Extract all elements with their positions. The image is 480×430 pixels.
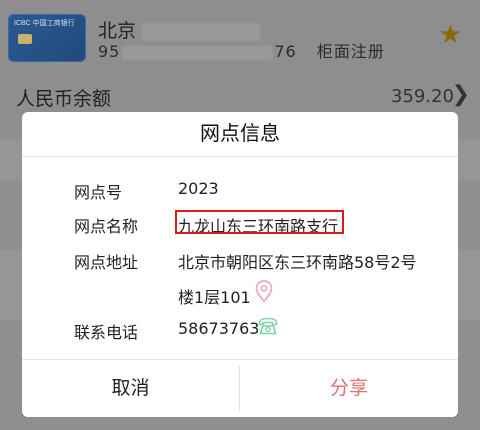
- background-row: [0, 140, 22, 180]
- phone-label: 联系电话: [74, 323, 139, 342]
- background-row: [458, 140, 480, 180]
- share-button[interactable]: 分享: [240, 360, 458, 417]
- star-icon[interactable]: ★: [439, 20, 462, 50]
- cancel-button[interactable]: 取消: [22, 360, 239, 417]
- branch-name-label: 网点名称: [74, 217, 139, 236]
- card-brand-text: ICBC 中国工商银行: [14, 20, 75, 27]
- branch-address-value: 北京市朝阳区东三环南路58号2号: [178, 253, 417, 272]
- phone-icon[interactable]: [258, 317, 278, 335]
- dialog-title: 网点信息: [200, 121, 280, 145]
- branch-info-dialog: 网点信息 网点号 2023 网点名称 九龙山东三环南路支行 网点地址 北京市朝阳…: [22, 112, 458, 417]
- chevron-right-icon[interactable]: ❯: [452, 82, 470, 107]
- branch-address-value-line2: 楼1层101: [178, 288, 251, 307]
- background-row: [0, 250, 22, 320]
- highlight-box: [175, 210, 344, 234]
- card-image: ICBC 中国工商银行: [8, 14, 86, 62]
- branch-number-value: 2023: [178, 179, 219, 198]
- card-number-suffix: 76: [274, 42, 297, 61]
- card-register-type: 柜面注册: [316, 42, 385, 61]
- divider: [22, 156, 458, 157]
- card-number-prefix: 95: [98, 42, 121, 61]
- phone-value[interactable]: 58673763: [178, 319, 259, 338]
- card-number: 95 76 柜面注册: [98, 38, 385, 62]
- balance-value: 359.20: [391, 86, 454, 107]
- balance-row[interactable]: 人民币余额 359.20 ❯: [0, 78, 480, 116]
- branch-address-label: 网点地址: [74, 253, 139, 272]
- card-summary[interactable]: ICBC 中国工商银行 北京 95 76 柜面注册 ★: [0, 0, 480, 79]
- background-row: [458, 250, 480, 320]
- branch-number-label: 网点号: [74, 183, 123, 202]
- balance-label: 人民币余额: [16, 88, 112, 110]
- card-chip: [18, 34, 32, 44]
- map-pin-icon[interactable]: [255, 280, 273, 302]
- card-number-mask: [122, 45, 273, 60]
